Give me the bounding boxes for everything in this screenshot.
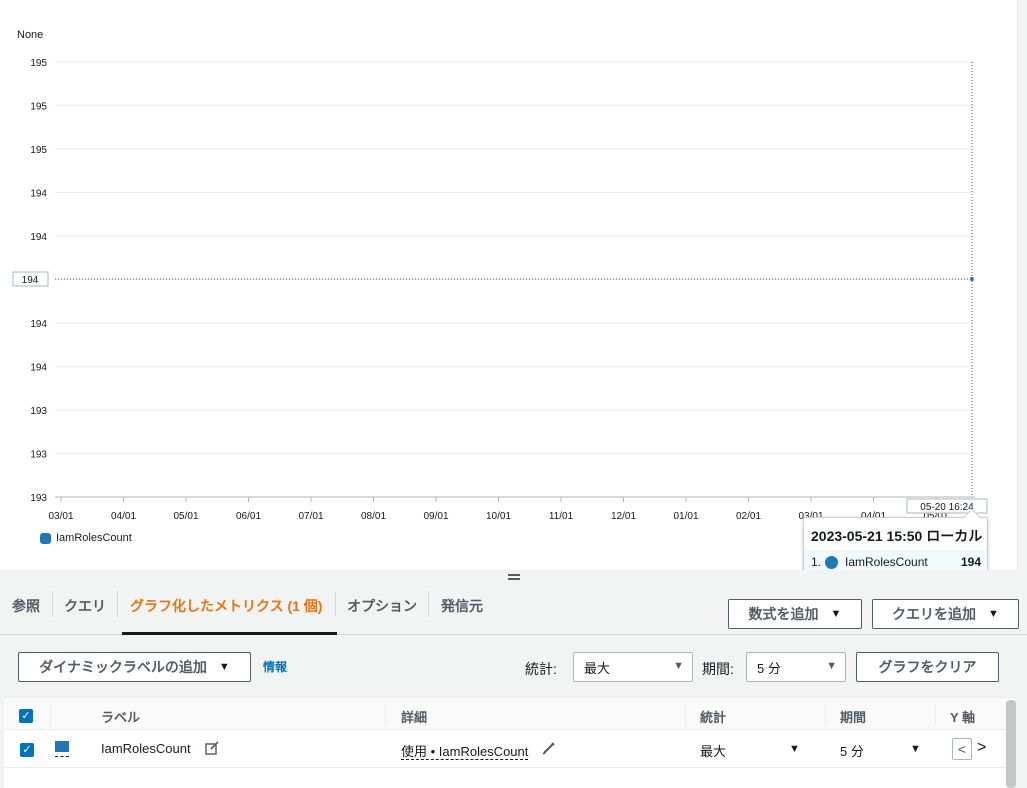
column-divider bbox=[935, 705, 936, 725]
tab-divider bbox=[52, 591, 53, 617]
series-color-swatch[interactable] bbox=[55, 741, 69, 752]
clear-graph-label: グラフをクリア bbox=[878, 659, 977, 675]
y-axis-right-arrow-icon[interactable]: > bbox=[977, 739, 986, 757]
x-tick-label: 06/01 bbox=[236, 511, 261, 522]
tooltip-row-index: 1. bbox=[811, 555, 822, 569]
y-tick-label: 195 bbox=[30, 102, 47, 113]
tab-options[interactable]: オプション bbox=[347, 588, 417, 635]
statistic-select[interactable]: 最大 ▼ bbox=[573, 652, 693, 682]
clear-graph-button[interactable]: グラフをクリア bbox=[856, 652, 999, 682]
row-detail-text: 使用 • IamRolesCount bbox=[401, 744, 529, 760]
y-tick-label: 194 bbox=[30, 319, 47, 330]
y-tick-label: 195 bbox=[30, 58, 47, 69]
period-select[interactable]: 5 分 ▼ bbox=[746, 652, 846, 682]
period-select-value: 5 分 bbox=[757, 660, 781, 676]
column-header-label[interactable]: ラベル bbox=[101, 698, 140, 731]
data-point bbox=[970, 277, 974, 281]
caret-down-icon: ▼ bbox=[673, 660, 684, 672]
x-tick-label: 05/01 bbox=[173, 511, 198, 522]
chart-area: None 195195195194194194194194193193193 0… bbox=[0, 0, 1027, 570]
row-detail[interactable]: 使用 • IamRolesCount bbox=[401, 730, 529, 768]
x-tick-label: 04/01 bbox=[111, 511, 136, 522]
tab-source[interactable]: 発信元 bbox=[441, 588, 483, 635]
column-divider bbox=[50, 705, 51, 725]
legend-swatch bbox=[40, 532, 51, 544]
table-empty-area bbox=[4, 768, 1014, 788]
tooltip-value: 194 bbox=[961, 555, 982, 569]
tab-browse[interactable]: 参照 bbox=[12, 588, 40, 635]
column-header-period[interactable]: 期間 bbox=[840, 698, 866, 731]
tab-query[interactable]: クエリ bbox=[64, 588, 106, 635]
add-math-button[interactable]: 数式を追加 ▼ bbox=[728, 599, 862, 629]
series-dot-icon bbox=[825, 555, 838, 569]
resize-handle-icon[interactable] bbox=[508, 572, 520, 582]
y-tick-label: 193 bbox=[30, 406, 47, 417]
legend-label: IamRolesCount bbox=[56, 532, 132, 544]
add-query-button[interactable]: クエリを追加 ▼ bbox=[872, 599, 1019, 629]
y-tick-label: 194 bbox=[30, 363, 47, 374]
crosshair-x-label: 05-20 16:24 bbox=[920, 502, 974, 513]
add-dynamic-label-button[interactable]: ダイナミックラベルの追加 ▼ bbox=[18, 652, 251, 682]
row-period[interactable]: 5 分 bbox=[840, 730, 864, 768]
caret-down-icon: ▼ bbox=[830, 608, 842, 620]
metrics-panel: 参照 クエリ グラフ化したメトリクス (1 個) オプション 発信元 数式を追加… bbox=[0, 570, 1027, 788]
table-row: ✓ IamRolesCount 使用 • IamRolesCount 最大 ▼ … bbox=[4, 730, 1014, 768]
column-header-detail[interactable]: 詳細 bbox=[401, 698, 427, 731]
caret-down-icon[interactable]: ▼ bbox=[910, 730, 921, 768]
x-tick-label: 03/01 bbox=[48, 511, 73, 522]
caret-down-icon[interactable]: ▼ bbox=[789, 730, 800, 768]
line-chart[interactable]: 195 195 195 194 194 194 194 194 193 193 193 03/01 0… bbox=[0, 0, 1017, 560]
y-tick-label: 195 bbox=[30, 145, 47, 156]
tab-divider bbox=[428, 591, 429, 617]
tooltip-series-name: IamRolesCount bbox=[845, 555, 928, 569]
y-axis-left-button[interactable]: < bbox=[952, 738, 972, 760]
column-header-y-axis[interactable]: Y 軸 bbox=[950, 698, 975, 731]
y-tick-label: 193 bbox=[30, 450, 47, 461]
period-label: 期間: bbox=[702, 661, 734, 677]
caret-down-icon: ▼ bbox=[826, 660, 837, 672]
tab-graphed-metrics[interactable]: グラフ化したメトリクス (1 個) bbox=[122, 588, 337, 635]
x-tick-label: 09/01 bbox=[423, 511, 448, 522]
row-statistic[interactable]: 最大 bbox=[700, 730, 726, 768]
tooltip-title: 2023-05-21 15:50 ローカル bbox=[811, 528, 983, 544]
column-divider bbox=[385, 705, 386, 725]
x-tick-label: 12/01 bbox=[611, 511, 636, 522]
tab-divider bbox=[335, 591, 336, 617]
add-math-label: 数式を追加 bbox=[748, 606, 819, 622]
chart-right-edge bbox=[1017, 0, 1027, 570]
column-divider bbox=[685, 705, 686, 725]
add-dynamic-label-label: ダイナミックラベルの追加 bbox=[39, 659, 207, 675]
x-tick-label: 08/01 bbox=[361, 511, 386, 522]
statistic-label: 統計: bbox=[525, 661, 557, 677]
row-label[interactable]: IamRolesCount bbox=[101, 730, 191, 768]
swatch-underline bbox=[55, 756, 69, 757]
x-tick-label: 02/01 bbox=[736, 511, 761, 522]
tab-divider bbox=[117, 591, 118, 617]
caret-down-icon: ▼ bbox=[988, 608, 999, 620]
row-checkbox[interactable]: ✓ bbox=[20, 743, 34, 757]
caret-down-icon: ▼ bbox=[218, 661, 230, 673]
table-scrollbar[interactable] bbox=[1006, 700, 1016, 788]
chart-tooltip: 2023-05-21 15:50 ローカル 1. IamRolesCount 1… bbox=[803, 508, 988, 575]
select-all-checkbox[interactable]: ✓ bbox=[19, 709, 33, 723]
statistic-select-value: 最大 bbox=[584, 660, 611, 676]
chart-legend[interactable]: IamRolesCount bbox=[40, 532, 132, 544]
x-tick-label: 10/01 bbox=[486, 511, 511, 522]
edit-label-icon[interactable] bbox=[204, 740, 220, 761]
column-header-statistic[interactable]: 統計 bbox=[700, 698, 726, 731]
crosshair-y-label: 194 bbox=[22, 275, 39, 286]
metrics-table-header: ✓ ラベル 詳細 統計 期間 Y 軸 bbox=[4, 697, 1014, 730]
y-tick-label: 194 bbox=[30, 189, 47, 200]
y-tick-label: 194 bbox=[30, 232, 47, 243]
info-link[interactable]: 情報 bbox=[263, 658, 287, 675]
x-tick-label: 11/01 bbox=[549, 511, 574, 522]
y-tick-label: 193 bbox=[30, 493, 47, 504]
x-tick-label: 07/01 bbox=[298, 511, 323, 522]
x-tick-label: 01/01 bbox=[673, 511, 698, 522]
edit-detail-icon[interactable] bbox=[541, 740, 557, 761]
column-divider bbox=[825, 705, 826, 725]
add-query-label: クエリを追加 bbox=[892, 606, 977, 622]
